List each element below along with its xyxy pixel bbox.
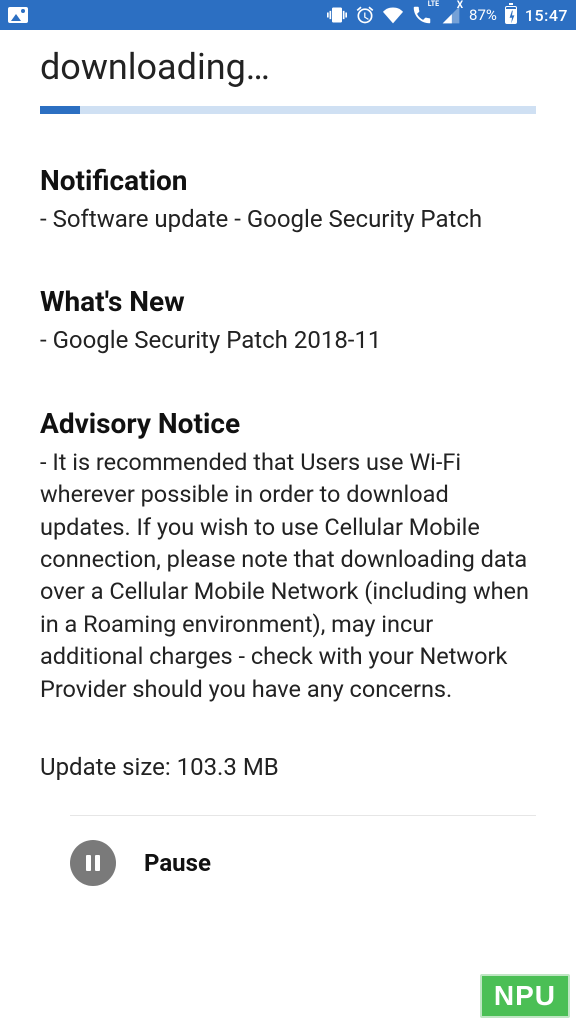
- battery-charging-icon: [505, 6, 517, 24]
- update-size: Update size: 103.3 MB: [40, 753, 536, 781]
- cell-signal-icon: X: [441, 5, 461, 25]
- wifi-icon: [383, 5, 403, 25]
- advisory-section: Advisory Notice - It is recommended that…: [40, 407, 536, 705]
- download-progress-fill: [40, 106, 80, 114]
- status-left: [8, 7, 28, 23]
- clock-time: 15:47: [525, 6, 568, 25]
- vibrate-icon: [327, 5, 347, 25]
- alarm-icon: [355, 5, 375, 25]
- watermark-logo: NPU: [480, 974, 570, 1018]
- download-progress: [40, 106, 536, 114]
- pause-icon[interactable]: [70, 840, 116, 886]
- page-title: downloading…: [40, 40, 536, 106]
- main-content: downloading… Notification - Software upd…: [0, 30, 576, 781]
- photos-icon: [8, 7, 28, 23]
- whats-new-section: What's New - Google Security Patch 2018-…: [40, 285, 536, 356]
- notification-heading: Notification: [40, 164, 536, 197]
- advisory-heading: Advisory Notice: [40, 407, 536, 440]
- status-bar: LTE X 87% 15:47: [0, 0, 576, 30]
- notification-section: Notification - Software update - Google …: [40, 164, 536, 235]
- whats-new-heading: What's New: [40, 285, 536, 318]
- volte-icon: LTE: [411, 4, 433, 26]
- whats-new-body: - Google Security Patch 2018-11: [40, 324, 536, 356]
- battery-percent: 87%: [469, 6, 497, 24]
- pause-label: Pause: [144, 849, 211, 877]
- pause-row[interactable]: Pause: [0, 816, 576, 886]
- status-right: LTE X 87% 15:47: [327, 4, 568, 26]
- notification-body: - Software update - Google Security Patc…: [40, 203, 536, 235]
- advisory-body: - It is recommended that Users use Wi-Fi…: [40, 446, 536, 705]
